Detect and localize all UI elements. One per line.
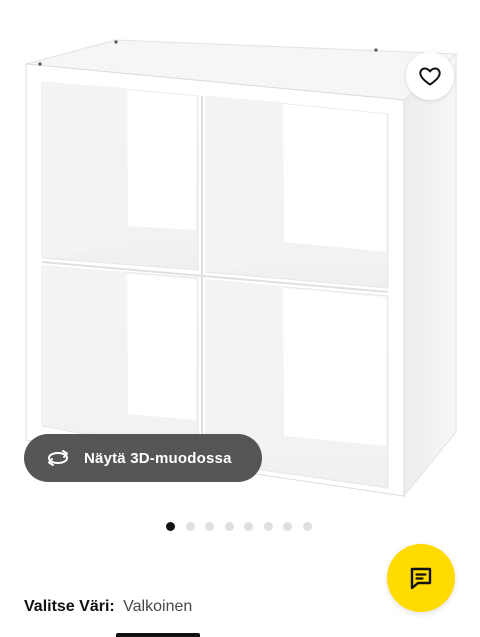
carousel-dot[interactable] xyxy=(244,521,253,531)
heart-icon xyxy=(419,67,441,86)
view-3d-label: Näytä 3D-muodossa xyxy=(84,449,232,467)
carousel-dot[interactable] xyxy=(263,521,273,531)
colour-swatch-selected[interactable] xyxy=(116,633,200,637)
view-3d-button[interactable]: Näytä 3D-muodossa xyxy=(24,434,262,482)
rotate-3d-icon xyxy=(44,448,72,468)
carousel-dot[interactable] xyxy=(166,521,175,531)
colour-value: Valkoinen xyxy=(123,598,193,615)
carousel-dot[interactable] xyxy=(302,521,312,531)
chat-bubble-icon xyxy=(410,567,432,590)
carousel-dot[interactable] xyxy=(205,521,214,531)
chat-button[interactable] xyxy=(387,544,455,612)
carousel-dot[interactable] xyxy=(283,521,292,531)
colour-selection: Valitse Väri: Valkoinen xyxy=(24,596,192,618)
carousel-dots xyxy=(166,520,322,532)
carousel-dot[interactable] xyxy=(185,521,195,531)
carousel-dot[interactable] xyxy=(224,521,234,531)
colour-label: Valitse Väri: xyxy=(24,598,115,615)
favourite-button[interactable] xyxy=(406,52,454,100)
